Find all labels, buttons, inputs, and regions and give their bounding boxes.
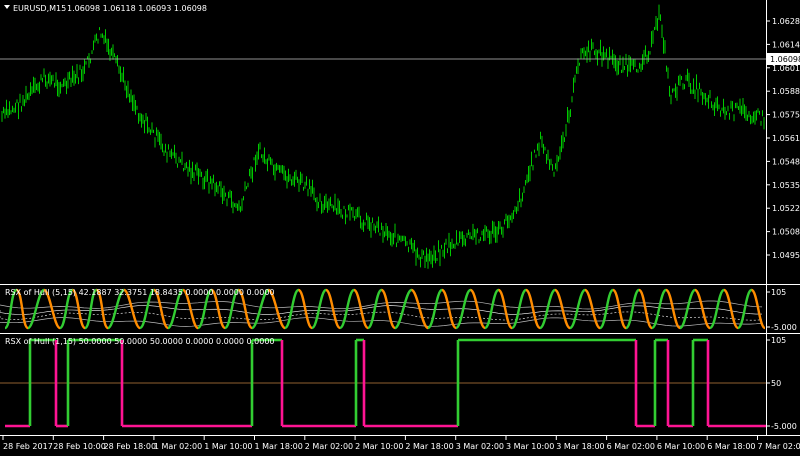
current-price-label: 1.06098: [770, 55, 800, 64]
time-tick-label: 1 Mar 10:00: [204, 442, 252, 451]
rsx-down-segment: [611, 288, 628, 330]
indicator-1-level-high: 105: [771, 288, 786, 297]
time-tick-label: 2 Mar 02:00: [305, 442, 353, 451]
rsx-up-segment: [483, 288, 500, 330]
rsx-up-segment: [426, 288, 444, 330]
time-tick-label: 1 Mar 18:00: [255, 442, 303, 451]
price-tick-label: 1.05221: [772, 204, 800, 213]
price-tick-label: 1.05486: [772, 157, 800, 166]
rsx-up-segment: [650, 288, 668, 330]
rsx-up-segment: [598, 288, 615, 330]
rsx-down-segment: [722, 288, 740, 330]
indicator-2-title: RSX of Hull (1,15) 50.0000 50.0000 50.00…: [5, 337, 275, 346]
indicator-2-level-high: 105: [771, 336, 786, 345]
rsx-up-segment: [310, 288, 328, 330]
rsx-down-segment: [297, 288, 314, 330]
indicator-2-level-low: -5.000: [771, 422, 797, 431]
time-tick-label: 2 Mar 10:00: [355, 442, 403, 451]
price-tick-label: 1.04951: [772, 251, 800, 260]
time-tick-label: 3 Mar 02:00: [456, 442, 504, 451]
price-tick-label: 1.06015: [772, 64, 800, 73]
time-tick-label: 6 Mar 02:00: [607, 442, 655, 451]
time-tick-label: 7 Mar 02:00: [758, 442, 800, 451]
price-tick-label: 1.06281: [772, 17, 800, 26]
rsx-down-segment: [553, 288, 572, 330]
rsx-band-line: [0, 300, 763, 310]
indicator-2-level-mid: 50: [771, 379, 781, 388]
rsx-up-segment: [366, 288, 383, 330]
indicator-1-title: RSX of Hull (5,15) 42.1887 32.3751 18.84…: [5, 288, 275, 297]
rsx-down-segment: [497, 288, 514, 330]
rsx-down-segment: [380, 288, 397, 330]
time-tick-label: 1 Mar 02:00: [154, 442, 202, 451]
rsx-up-segment: [538, 288, 557, 330]
time-tick-label: 6 Mar 18:00: [707, 442, 755, 451]
time-tick-label: 28 Feb 10:00: [53, 442, 105, 451]
rsx-down-segment: [693, 288, 712, 330]
indicator-panel-2[interactable]: RSX of Hull (1,15) 50.0000 50.0000 50.00…: [0, 336, 797, 431]
price-tick-label: 1.05351: [772, 181, 800, 190]
rsx-down-segment: [324, 288, 342, 330]
indicator-panel-1[interactable]: RSX of Hull (5,15) 42.1887 32.3751 18.84…: [0, 288, 797, 332]
time-tick-label: 28 Feb 18:00: [104, 442, 156, 451]
ohlc-values: 1.06098 1.06118 1.06093 1.06098: [67, 4, 207, 13]
time-tick-label: 3 Mar 18:00: [556, 442, 604, 451]
price-tick-label: 1.05882: [772, 87, 800, 96]
rsx-down-segment: [352, 288, 370, 330]
trading-chart[interactable]: EURUSD,M15 1.06098 1.06118 1.06093 1.060…: [0, 0, 800, 456]
rsx-up-segment: [624, 288, 641, 330]
time-tick-label: 3 Mar 10:00: [506, 442, 554, 451]
time-tick-label: 2 Mar 18:00: [405, 442, 453, 451]
rsx-up-segment: [736, 288, 753, 330]
indicator-1-level-low: -5.000: [771, 323, 797, 332]
rsx-up-segment: [283, 288, 300, 330]
price-tick-label: 1.05616: [772, 134, 800, 143]
symbol-label: EURUSD,M15: [13, 4, 66, 13]
rsx-up-segment: [708, 288, 726, 330]
rsx-down-segment: [750, 288, 767, 330]
time-axis[interactable]: 28 Feb 2017 28 Feb 10:0028 Feb 18:001 Mar…: [2, 436, 800, 451]
rsx-down-segment: [524, 288, 542, 330]
time-tick-label: 6 Mar 10:00: [657, 442, 705, 451]
price-tick-label: 1.05751: [772, 111, 800, 120]
main-price-panel[interactable]: EURUSD,M15 1.06098 1.06118 1.06093 1.060…: [0, 0, 800, 284]
price-tick-label: 1.05086: [772, 228, 800, 237]
time-tick-label: 28 Feb 2017: [3, 442, 53, 451]
price-tick-label: 1.06146: [772, 40, 800, 49]
